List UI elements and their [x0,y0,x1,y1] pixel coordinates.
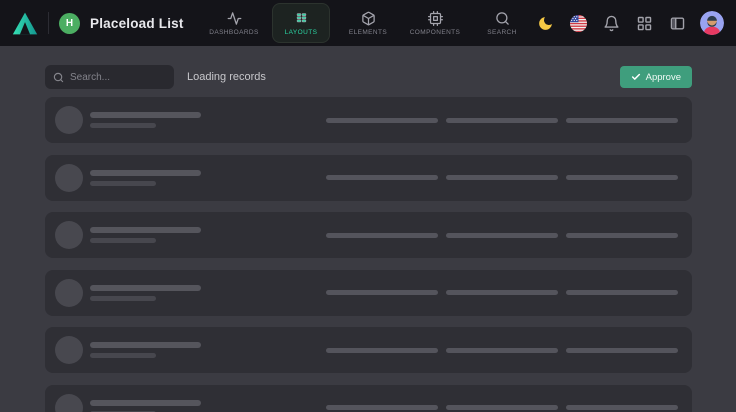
skeleton-bar [446,290,558,295]
search-icon [495,11,510,26]
skeleton-bar [326,118,438,123]
skeleton-bar [566,233,678,238]
skeleton-line [90,296,156,301]
skeleton-avatar [55,394,83,412]
skeleton-bar [326,233,438,238]
skeleton-bars [326,175,678,180]
sidebar-toggle-icon [669,15,686,32]
skeleton-line [90,342,201,348]
brand: H Placeload List [12,12,184,35]
app-logo-icon[interactable] [12,12,38,35]
search-icon [53,72,64,83]
skeleton-line [90,112,201,118]
grid-squares-icon [294,11,309,26]
language-selector[interactable] [568,13,588,33]
skeleton-avatar [55,221,83,249]
skeleton-bar [446,405,558,410]
navbar-right-icons [535,0,724,46]
skeleton-bars [326,233,678,238]
main-nav: DASHBOARDS LAYOUTS ELEMENTS [205,0,531,46]
skeleton-list-row [45,270,692,316]
nav-item-layouts[interactable]: LAYOUTS [272,3,330,43]
skeleton-bars [326,348,678,353]
search-input[interactable] [70,72,166,83]
user-avatar-image [700,11,724,35]
skeleton-bar [326,405,438,410]
nav-item-search[interactable]: SEARCH [473,3,531,43]
skeleton-list-row [45,97,692,143]
user-avatar[interactable] [700,11,724,35]
notifications-button[interactable] [601,13,621,33]
moon-icon [537,15,554,32]
skeleton-text-lines [90,170,201,186]
skeleton-bars [326,118,678,123]
divider [48,12,49,34]
top-navbar: H Placeload List DASHBOARDS LAYOUTS ELEM… [0,0,736,46]
skeleton-bar [566,348,678,353]
skeleton-bar [326,175,438,180]
nav-item-label: ELEMENTS [349,29,387,36]
nav-item-dashboards[interactable]: DASHBOARDS [205,3,263,43]
skeleton-line [90,181,156,186]
skeleton-list-row [45,327,692,373]
chip-icon [428,11,443,26]
skeleton-text-lines [90,285,201,301]
bell-icon [603,15,620,32]
dark-mode-toggle[interactable] [535,13,555,33]
skeleton-line [90,400,201,406]
nav-item-label: LAYOUTS [285,29,318,36]
apps-grid-icon [636,15,653,32]
approve-button[interactable]: Approve [620,66,692,88]
skeleton-line [90,238,156,243]
skeleton-bar [566,118,678,123]
skeleton-text-lines [90,342,201,358]
skeleton-avatar [55,336,83,364]
nav-item-label: COMPONENTS [410,29,461,36]
skeleton-bar [446,233,558,238]
skeleton-text-lines [90,112,201,128]
skeleton-bars [326,405,678,410]
us-flag-icon [570,15,587,32]
skeleton-bar [326,290,438,295]
skeleton-line [90,285,201,291]
nav-item-label: DASHBOARDS [209,29,259,36]
skeleton-list-row [45,212,692,258]
skeleton-bar [446,118,558,123]
skeleton-avatar [55,106,83,134]
nav-item-label: SEARCH [487,29,517,36]
skeleton-list-row [45,155,692,201]
skeleton-avatar [55,164,83,192]
sidebar-toggle-button[interactable] [667,13,687,33]
nav-item-components[interactable]: COMPONENTS [406,3,464,43]
skeleton-bar [446,175,558,180]
skeleton-text-lines [90,400,201,412]
skeleton-text-lines [90,227,201,243]
apps-menu-button[interactable] [634,13,654,33]
skeleton-list-row [45,385,692,412]
cube-icon [361,11,376,26]
page-title: Placeload List [90,16,184,31]
skeleton-line [90,353,156,358]
skeleton-bars [326,290,678,295]
list-toolbar: Loading records Approve [45,65,692,89]
skeleton-bar [566,175,678,180]
skeleton-bar [566,290,678,295]
placeload-list [45,97,692,412]
skeleton-bar [566,405,678,410]
skeleton-bar [326,348,438,353]
approve-button-label: Approve [646,72,681,83]
loading-status-text: Loading records [187,71,266,83]
page-content: Loading records Approve [0,46,736,412]
check-icon [631,72,641,82]
search-box [45,65,174,89]
skeleton-avatar [55,279,83,307]
nav-item-elements[interactable]: ELEMENTS [339,3,397,43]
skeleton-line [90,170,201,176]
activity-icon [227,11,242,26]
skeleton-bar [446,348,558,353]
skeleton-line [90,227,201,233]
skeleton-line [90,123,156,128]
app-badge: H [59,13,80,34]
